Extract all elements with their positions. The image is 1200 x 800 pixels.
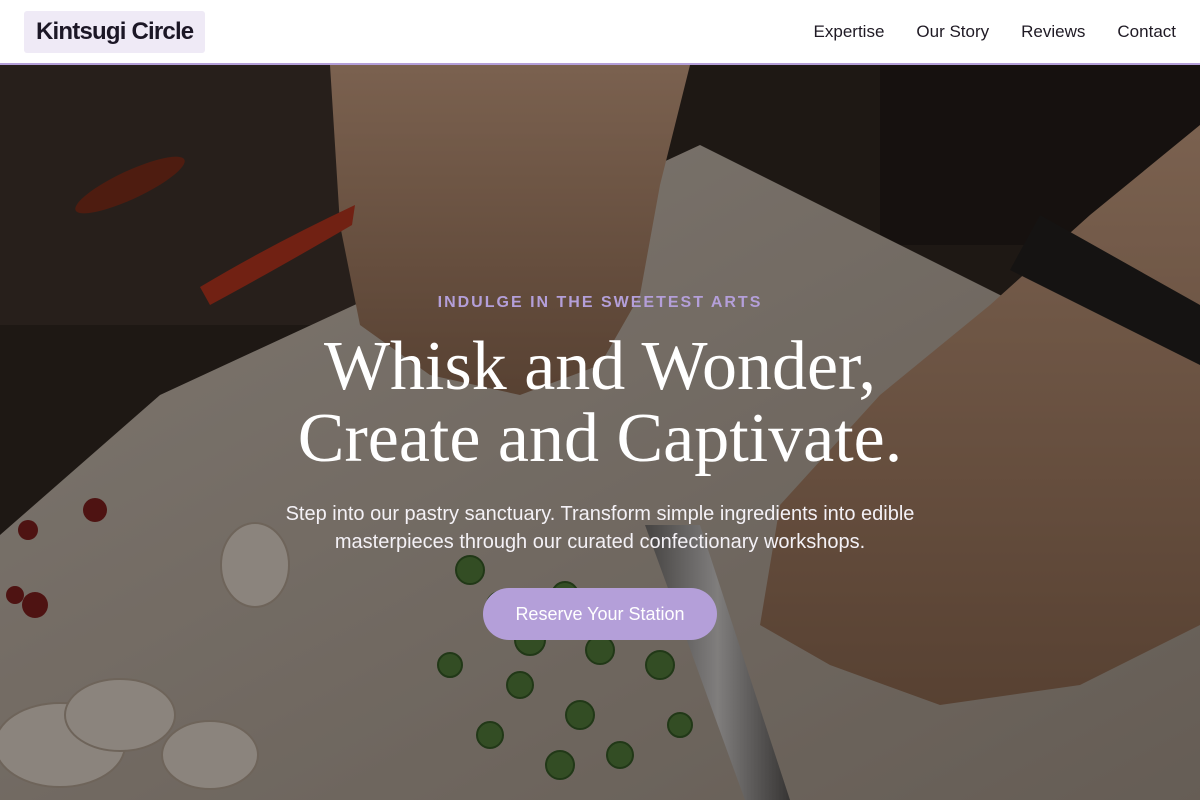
hero-headline-line-1: Whisk and Wonder, bbox=[323, 328, 877, 405]
nav-link-contact[interactable]: Contact bbox=[1117, 22, 1176, 42]
hero-headline-line-2: Create and Captivate. bbox=[297, 400, 903, 477]
nav-link-expertise[interactable]: Expertise bbox=[814, 22, 885, 42]
hero-eyebrow: INDULGE IN THE SWEETEST ARTS bbox=[437, 294, 763, 311]
nav-link-our-story[interactable]: Our Story bbox=[916, 22, 989, 42]
hero-subtext: Step into our pastry sanctuary. Transfor… bbox=[285, 503, 915, 553]
nav-link-reviews[interactable]: Reviews bbox=[1021, 22, 1085, 42]
brand-logo[interactable]: Kintsugi Circle bbox=[24, 10, 206, 53]
top-navbar: Kintsugi Circle Expertise Our Story Revi… bbox=[0, 0, 1200, 65]
hero-headline: Whisk and Wonder, Create and Captivate. bbox=[0, 331, 1200, 475]
reserve-station-button[interactable]: Reserve Your Station bbox=[483, 588, 717, 640]
hero-content: INDULGE IN THE SWEETEST ARTS Whisk and W… bbox=[0, 65, 1200, 800]
hero-section: INDULGE IN THE SWEETEST ARTS Whisk and W… bbox=[0, 65, 1200, 800]
nav-links: Expertise Our Story Reviews Contact bbox=[814, 22, 1176, 42]
